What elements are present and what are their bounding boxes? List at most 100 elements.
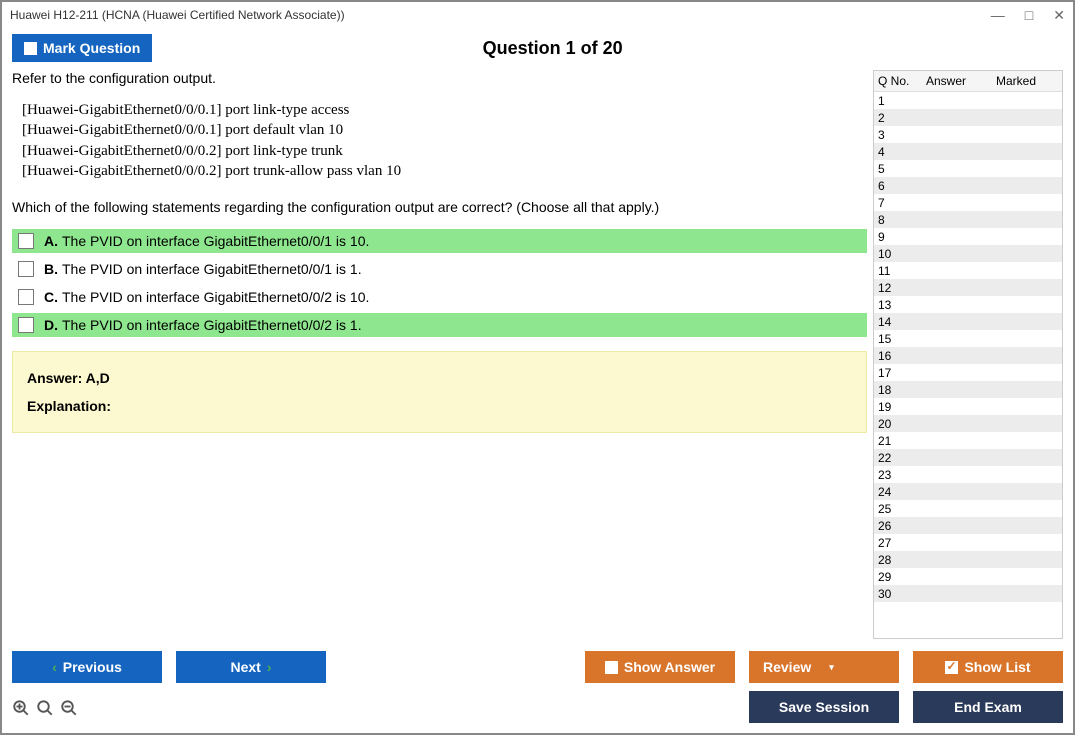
config-line: [Huawei-GigabitEthernet0/0/0.1] port lin… xyxy=(22,100,867,120)
question-list-row[interactable]: 29 xyxy=(874,568,1062,585)
question-number: 18 xyxy=(874,383,922,397)
option-text: The PVID on interface GigabitEthernet0/0… xyxy=(62,317,362,333)
question-number: 20 xyxy=(874,417,922,431)
question-list-row[interactable]: 26 xyxy=(874,517,1062,534)
question-list-row[interactable]: 9 xyxy=(874,228,1062,245)
end-exam-button[interactable]: End Exam xyxy=(913,691,1063,723)
question-list-row[interactable]: 13 xyxy=(874,296,1062,313)
question-number: 4 xyxy=(874,145,922,159)
show-list-label: Show List xyxy=(964,659,1030,675)
question-list-row[interactable]: 16 xyxy=(874,347,1062,364)
option-checkbox[interactable] xyxy=(18,317,34,333)
question-list-panel: Q No. Answer Marked 12345678910111213141… xyxy=(873,70,1063,639)
mark-question-label: Mark Question xyxy=(43,40,140,56)
app-window: Huawei H12-211 (HCNA (Huawei Certified N… xyxy=(0,0,1075,735)
question-list-row[interactable]: 3 xyxy=(874,126,1062,143)
question-number: 28 xyxy=(874,553,922,567)
option-text: The PVID on interface GigabitEthernet0/0… xyxy=(62,261,362,277)
review-button[interactable]: Review ▾ xyxy=(749,651,899,683)
show-list-button[interactable]: Show List xyxy=(913,651,1063,683)
option-row[interactable]: D. The PVID on interface GigabitEthernet… xyxy=(12,313,867,337)
option-checkbox[interactable] xyxy=(18,289,34,305)
question-list-row[interactable]: 19 xyxy=(874,398,1062,415)
maximize-icon[interactable]: □ xyxy=(1025,7,1033,24)
question-list-row[interactable]: 24 xyxy=(874,483,1062,500)
mark-question-button[interactable]: Mark Question xyxy=(12,34,152,62)
option-row[interactable]: B. The PVID on interface GigabitEthernet… xyxy=(12,257,867,281)
question-list-row[interactable]: 4 xyxy=(874,143,1062,160)
question-number: 6 xyxy=(874,179,922,193)
question-number: 9 xyxy=(874,230,922,244)
question-list-row[interactable]: 6 xyxy=(874,177,1062,194)
option-row[interactable]: C. The PVID on interface GigabitEthernet… xyxy=(12,285,867,309)
question-number: 23 xyxy=(874,468,922,482)
zoom-in-icon[interactable] xyxy=(12,699,30,722)
next-label: Next xyxy=(230,659,260,675)
question-number: 19 xyxy=(874,400,922,414)
footer-left: ‹ Previous Next › xyxy=(12,651,326,722)
question-list-row[interactable]: 1 xyxy=(874,92,1062,109)
question-list-row[interactable]: 8 xyxy=(874,211,1062,228)
minimize-icon[interactable]: — xyxy=(991,7,1005,24)
header-row: Mark Question Question 1 of 20 xyxy=(12,34,1063,62)
question-list-row[interactable]: 17 xyxy=(874,364,1062,381)
window-controls: — □ ✕ xyxy=(991,7,1065,24)
window-title: Huawei H12-211 (HCNA (Huawei Certified N… xyxy=(10,8,991,22)
explanation-label: Explanation: xyxy=(27,398,852,414)
option-text: The PVID on interface GigabitEthernet0/0… xyxy=(62,233,369,249)
question-counter: Question 1 of 20 xyxy=(152,38,1063,59)
show-answer-button[interactable]: Show Answer xyxy=(585,651,735,683)
option-row[interactable]: A. The PVID on interface GigabitEthernet… xyxy=(12,229,867,253)
question-list-row[interactable]: 22 xyxy=(874,449,1062,466)
question-list-row[interactable]: 27 xyxy=(874,534,1062,551)
question-list[interactable]: 1234567891011121314151617181920212223242… xyxy=(874,92,1062,638)
next-button[interactable]: Next › xyxy=(176,651,326,683)
main-row: Refer to the configuration output. [Huaw… xyxy=(12,70,1063,639)
option-text: The PVID on interface GigabitEthernet0/0… xyxy=(62,289,369,305)
question-list-row[interactable]: 18 xyxy=(874,381,1062,398)
footer-col-2: Review ▾ Save Session xyxy=(749,651,899,723)
previous-button[interactable]: ‹ Previous xyxy=(12,651,162,683)
question-list-row[interactable]: 14 xyxy=(874,313,1062,330)
question-intro: Refer to the configuration output. xyxy=(12,70,867,86)
question-area: Refer to the configuration output. [Huaw… xyxy=(12,70,867,639)
question-list-row[interactable]: 21 xyxy=(874,432,1062,449)
chevron-left-icon: ‹ xyxy=(52,659,57,675)
col-qno: Q No. xyxy=(874,71,922,91)
question-list-row[interactable]: 20 xyxy=(874,415,1062,432)
question-list-row[interactable]: 5 xyxy=(874,160,1062,177)
question-list-row[interactable]: 25 xyxy=(874,500,1062,517)
question-list-row[interactable]: 23 xyxy=(874,466,1062,483)
chevron-down-icon: ▾ xyxy=(829,662,834,673)
show-answer-label: Show Answer xyxy=(624,659,715,675)
option-checkbox[interactable] xyxy=(18,233,34,249)
question-list-row[interactable]: 28 xyxy=(874,551,1062,568)
question-number: 25 xyxy=(874,502,922,516)
question-number: 26 xyxy=(874,519,922,533)
chevron-right-icon: › xyxy=(267,659,272,675)
zoom-controls xyxy=(12,691,326,722)
question-prompt: Which of the following statements regard… xyxy=(12,199,867,215)
option-checkbox[interactable] xyxy=(18,261,34,277)
app-body: Mark Question Question 1 of 20 Refer to … xyxy=(2,28,1073,733)
config-line: [Huawei-GigabitEthernet0/0/0.2] port lin… xyxy=(22,141,867,161)
question-number: 30 xyxy=(874,587,922,601)
question-list-row[interactable]: 2 xyxy=(874,109,1062,126)
zoom-reset-icon[interactable] xyxy=(36,699,54,722)
question-number: 14 xyxy=(874,315,922,329)
question-number: 5 xyxy=(874,162,922,176)
question-list-row[interactable]: 30 xyxy=(874,585,1062,602)
close-icon[interactable]: ✕ xyxy=(1053,7,1065,24)
save-session-label: Save Session xyxy=(779,699,869,715)
config-line: [Huawei-GigabitEthernet0/0/0.2] port tru… xyxy=(22,161,867,181)
question-list-row[interactable]: 7 xyxy=(874,194,1062,211)
save-session-button[interactable]: Save Session xyxy=(749,691,899,723)
question-number: 11 xyxy=(874,264,922,278)
question-list-row[interactable]: 11 xyxy=(874,262,1062,279)
footer: ‹ Previous Next › xyxy=(12,639,1063,723)
question-list-row[interactable]: 15 xyxy=(874,330,1062,347)
question-list-row[interactable]: 10 xyxy=(874,245,1062,262)
question-list-row[interactable]: 12 xyxy=(874,279,1062,296)
previous-label: Previous xyxy=(63,659,122,675)
zoom-out-icon[interactable] xyxy=(60,699,78,722)
